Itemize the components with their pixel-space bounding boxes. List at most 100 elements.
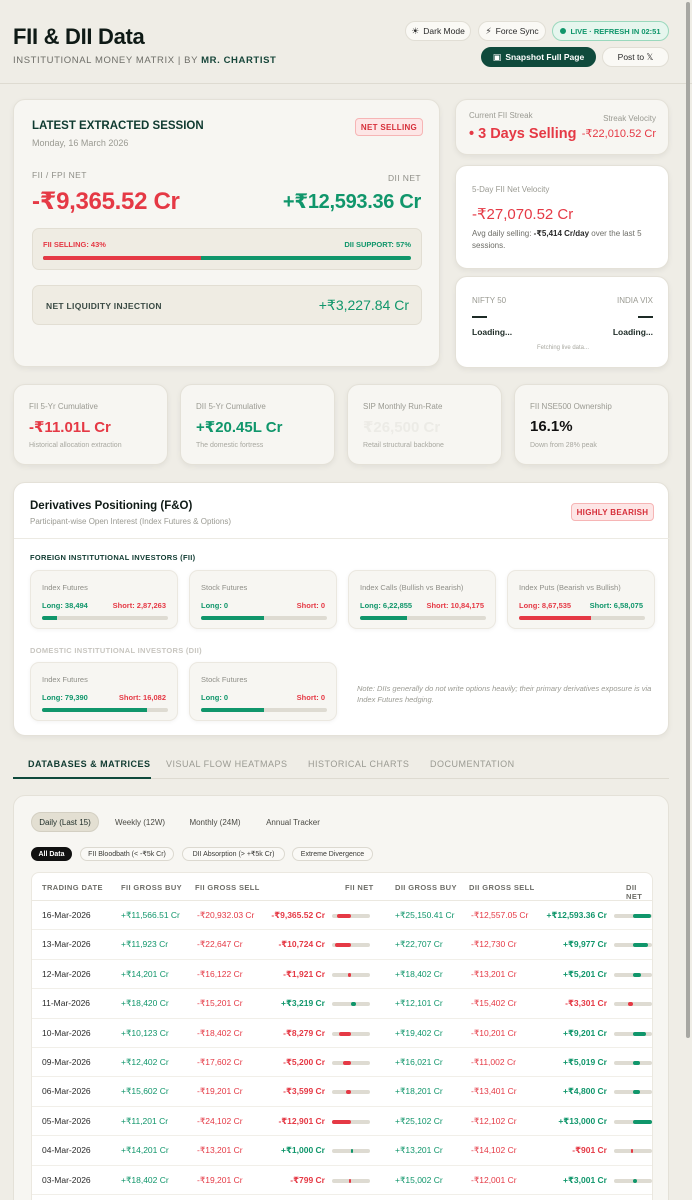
table-row[interactable]: 10-Mar-2026 +₹10,123 Cr -₹18,402 Cr -₹8,279…	[32, 1019, 652, 1048]
flow-table: TRADING DATE FII GROSS BUY FII GROSS SEL…	[31, 872, 653, 1200]
streak-label: Current FII Streak	[469, 111, 533, 120]
position-label: Stock Futures	[201, 675, 248, 684]
stat-card-ownership: FII NSE500 Ownership 16.1% Down from 28%…	[514, 384, 669, 465]
cell-date: 13-Mar-2026	[42, 939, 91, 950]
cell-dii-buy: +₹25,150.41 Cr	[395, 910, 455, 920]
fii-net-bar	[332, 972, 370, 977]
short-value: Short: 2,87,263	[112, 601, 166, 610]
cell-fii-buy: +₹11,923 Cr	[121, 939, 169, 950]
table-row[interactable]: 11-Mar-2026 +₹18,420 Cr -₹15,201 Cr +₹3,219…	[32, 989, 652, 1019]
dii-net-bar	[614, 1090, 652, 1095]
cell-dii-net: -₹901 Cr	[572, 1145, 607, 1156]
cell-dii-buy: +₹18,402 Cr	[395, 968, 443, 979]
post-to-x-button[interactable]: Post to 𝕏	[602, 47, 669, 67]
fii-net-bar-fill	[348, 972, 351, 977]
position-bar-fill	[42, 616, 58, 620]
dii-net-bar-fill	[633, 943, 648, 948]
th-date[interactable]: TRADING DATE	[42, 883, 103, 892]
short-value: Short: 0	[296, 601, 325, 610]
cell-dii-sell: -₹13,201 Cr	[471, 968, 517, 979]
dii-net-bar-fill	[633, 1090, 640, 1095]
fii-net-bar-fill	[349, 1178, 351, 1183]
th-dii-net[interactable]: DII NET	[626, 883, 652, 901]
cell-dii-net: +₹13,000 Cr	[558, 1115, 607, 1126]
cell-fii-net: -₹9,365.52 Cr	[271, 910, 325, 920]
fii-net-bar	[332, 1031, 370, 1036]
table-row[interactable]: 03-Mar-2026 +₹18,402 Cr -₹19,201 Cr -₹799 C…	[32, 1166, 652, 1195]
filter-extreme-divergence[interactable]: Extreme Divergence	[292, 847, 373, 861]
streak-velocity-value: -₹22,010.52 Cr	[581, 128, 656, 140]
nifty-placeholder	[472, 316, 487, 318]
tab-documentation[interactable]: DOCUMENTATION	[430, 759, 515, 769]
position-card: Index Futures Long: 79,390 Short: 16,082	[30, 662, 178, 721]
scrollbar-thumb[interactable]	[686, 2, 690, 1038]
derivatives-title: Derivatives Positioning (F&O)	[30, 500, 193, 512]
position-bar	[42, 708, 168, 712]
dii-net-bar-fill	[633, 1178, 638, 1183]
table-row[interactable]: 05-Mar-2026 +₹11,201 Cr -₹24,102 Cr -₹12,90…	[32, 1107, 652, 1137]
derivatives-panel: Derivatives Positioning (F&O) Participan…	[13, 482, 670, 736]
fii-net-bar	[332, 1002, 370, 1007]
stat-sub: The domestic fortress	[196, 442, 264, 449]
table-row[interactable]: 12-Mar-2026 +₹14,201 Cr -₹16,122 Cr -₹1,921…	[32, 960, 652, 990]
period-annual[interactable]: Annual Tracker	[257, 812, 329, 832]
fii-net-bar	[332, 1061, 370, 1065]
table-row[interactable]: 06-Mar-2026 +₹15,602 Cr -₹19,201 Cr -₹3,599…	[32, 1077, 652, 1107]
liquidity-label: NET LIQUIDITY INJECTION	[46, 301, 162, 311]
velocity-label: 5-Day FII Net Velocity	[472, 185, 550, 194]
stat-sub: Down from 28% peak	[530, 442, 597, 449]
filter-dii-absorption[interactable]: DII Absorption (> +₹5k Cr)	[182, 847, 285, 861]
cell-dii-buy: +₹12,101 Cr	[395, 998, 443, 1009]
fii-streak-card: Current FII Streak Streak Velocity • 3 D…	[455, 99, 669, 155]
table-header: TRADING DATE FII GROSS BUY FII GROSS SEL…	[32, 873, 652, 901]
tab-historical-charts[interactable]: HISTORICAL CHARTS	[308, 759, 409, 769]
fii-group-label: FOREIGN INSTITUTIONAL INVESTORS (FII)	[30, 553, 196, 562]
filter-all-data[interactable]: All Data	[31, 847, 72, 861]
table-row[interactable]: 13-Mar-2026 +₹11,923 Cr -₹22,647 Cr -₹10,72…	[32, 930, 652, 960]
cell-fii-sell: -₹13,201 Cr	[197, 1145, 243, 1156]
cell-dii-buy: +₹15,002 Cr	[395, 1174, 443, 1185]
position-card: Index Futures Long: 38,494 Short: 2,87,263	[30, 570, 178, 629]
dark-mode-button[interactable]: ☀ Dark Mode	[405, 21, 471, 41]
period-monthly[interactable]: Monthly (24M)	[180, 812, 250, 832]
table-row[interactable]: 09-Mar-2026 +₹12,402 Cr -₹17,602 Cr -₹5,200…	[32, 1048, 652, 1078]
snapshot-button[interactable]: ▣ Snapshot Full Page	[481, 47, 596, 67]
fii-dii-split: FII SELLING: 43% DII SUPPORT: 57%	[32, 228, 422, 270]
th-fii-buy[interactable]: FII GROSS BUY	[121, 883, 182, 892]
cell-dii-net: -₹3,301 Cr	[565, 998, 607, 1009]
stat-label: DII 5-Yr Cumulative	[196, 402, 266, 411]
table-row[interactable]: 16-Mar-2026 +₹11,566.51 Cr -₹20,932.03 Cr -…	[32, 901, 652, 931]
filter-fii-bloodbath[interactable]: FII Bloodbath (< -₹5k Cr)	[80, 847, 174, 861]
cell-date: 10-Mar-2026	[42, 1027, 91, 1038]
period-weekly[interactable]: Weekly (12W)	[106, 812, 174, 832]
dii-net-bar-fill	[631, 1149, 633, 1154]
dii-group-label: DOMESTIC INSTITUTIONAL INVESTORS (DII)	[30, 646, 202, 655]
position-card: Index Calls (Bullish vs Bearish) Long: 6,…	[348, 570, 496, 629]
force-sync-button[interactable]: ⚡ Force Sync	[478, 21, 546, 41]
cell-date: 12-Mar-2026	[42, 968, 91, 979]
cell-dii-sell: -₹15,402 Cr	[471, 998, 517, 1009]
stat-value: 16.1%	[530, 418, 573, 435]
cell-dii-sell: -₹13,401 Cr	[471, 1086, 517, 1097]
th-dii-buy[interactable]: DII GROSS BUY	[395, 883, 457, 892]
position-label: Index Futures	[42, 675, 88, 684]
page-scrollbar[interactable]	[685, 0, 691, 1040]
table-row[interactable]: 04-Mar-2026 +₹14,201 Cr -₹13,201 Cr +₹1,000…	[32, 1136, 652, 1166]
position-bar-fill	[519, 616, 591, 620]
stat-sub: Retail structural backbone	[363, 442, 444, 449]
long-value: Long: 0	[201, 693, 229, 702]
cell-fii-net: -₹799 Cr	[290, 1174, 325, 1185]
cell-fii-net: -₹8,279 Cr	[283, 1027, 325, 1038]
th-dii-sell[interactable]: DII GROSS SELL	[469, 883, 535, 892]
th-fii-net[interactable]: FII NET	[345, 883, 374, 892]
nifty-status: Loading...	[472, 327, 513, 337]
liquidity-value: +₹3,227.84 Cr	[318, 297, 409, 313]
cell-dii-net: +₹9,977 Cr	[563, 939, 607, 950]
tab-heatmaps[interactable]: VISUAL FLOW HEATMAPS	[166, 759, 288, 769]
dii-net-bar	[614, 1149, 652, 1154]
session-date: Monday, 16 March 2026	[32, 138, 129, 148]
fii-net-bar	[332, 1149, 370, 1154]
period-daily[interactable]: Daily (Last 15)	[31, 812, 99, 832]
tab-databases[interactable]: DATABASES & MATRICES	[28, 759, 151, 769]
th-fii-sell[interactable]: FII GROSS SELL	[195, 883, 260, 892]
